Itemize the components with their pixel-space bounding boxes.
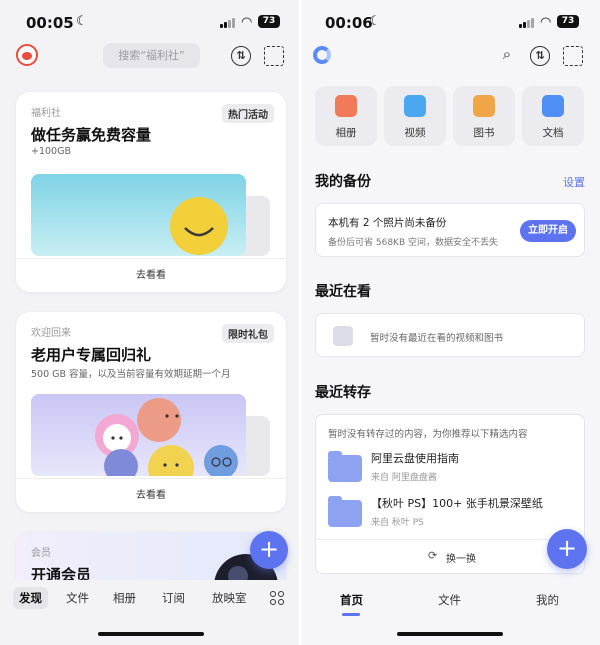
document-icon xyxy=(542,95,564,117)
scan-icon[interactable] xyxy=(563,46,583,66)
book-icon xyxy=(473,95,495,117)
quick-label: 图书 xyxy=(473,127,495,139)
backup-detail: 备份后可省 568KB 空间，数据安全不丢失 xyxy=(328,238,498,248)
limited-gift-badge: 限时礼包 xyxy=(222,324,274,343)
more-apps-icon[interactable] xyxy=(270,591,286,607)
transfer-section-title: 最近转存 xyxy=(315,385,371,401)
battery-icon: 73 xyxy=(258,15,280,28)
moon-icon: ☾ xyxy=(76,14,88,29)
card-image xyxy=(31,174,246,256)
recommend-item-source: 来自 阿里盘盘酱 xyxy=(371,473,437,483)
returning-user-card[interactable]: 欢迎回来 限时礼包 老用户专属回归礼 500 GB 容量，以及当前容量有效期延期… xyxy=(16,312,286,512)
characters-illustration xyxy=(95,398,238,491)
tab-subscribe[interactable]: 订阅 xyxy=(162,590,185,606)
bottom-tab-bar: 发现 文件 相册 订阅 放映室 xyxy=(0,580,299,620)
folder-icon xyxy=(328,496,362,527)
smiley-illustration xyxy=(170,197,228,255)
refresh-icon: ⟳ xyxy=(428,549,438,562)
backup-status: 本机有 2 个照片尚未备份 xyxy=(328,217,447,229)
folder-icon xyxy=(328,451,362,482)
recent-card: 暂时没有最近在看的视频和图书 xyxy=(315,313,585,357)
status-time: 00:05 xyxy=(26,14,74,32)
quick-album[interactable]: 相册 xyxy=(315,86,377,146)
transfer-hint: 暂时没有转存过的内容，为你推荐以下精选内容 xyxy=(328,429,528,440)
status-bar: 00:06 ☾ ◠ 73 xyxy=(301,0,600,44)
transfer-icon[interactable]: ⇅ xyxy=(530,46,550,66)
battery-icon: 73 xyxy=(557,15,579,28)
card-kicker: 会员 xyxy=(31,548,51,559)
quick-documents[interactable]: 文档 xyxy=(522,86,584,146)
scan-icon[interactable] xyxy=(264,46,284,66)
card-title: 做任务赢免费容量 xyxy=(31,126,152,144)
recommend-item-name[interactable]: 阿里云盘使用指南 xyxy=(371,450,459,466)
wifi-icon: ◠ xyxy=(540,15,552,30)
moon-icon: ☾ xyxy=(369,14,381,29)
backup-card: 本机有 2 个照片尚未备份 备份后可省 568KB 空间，数据安全不丢失 立即开… xyxy=(315,203,585,257)
home-indicator xyxy=(397,632,503,636)
card-subtitle: 500 GB 容量，以及当前容量有效期延期一个月 xyxy=(31,369,231,380)
go-see-button[interactable]: 去看看 xyxy=(16,258,286,292)
search-input[interactable]: 搜索“福利社” xyxy=(103,43,200,68)
recommend-item-name[interactable]: 【秋叶 PS】100+ 张手机景深壁纸 xyxy=(371,495,543,511)
discover-screen: 00:05 ☾ ◠ 73 搜索“福利社” ⇅ 福利社 热门活动 做任务赢免费容量… xyxy=(0,0,299,645)
card-title: 老用户专属回归礼 xyxy=(31,346,152,364)
card-kicker: 欢迎回来 xyxy=(31,328,71,339)
home-screen: 00:06 ☾ ◠ 73 ⌕ ⇅ 相册 视频 图书 文档 我的备份 设置 本机有… xyxy=(301,0,600,645)
quick-label: 文档 xyxy=(542,127,564,139)
tab-discover[interactable]: 发现 xyxy=(13,587,48,609)
screens: 00:05 ☾ ◠ 73 搜索“福利社” ⇅ 福利社 热门活动 做任务赢免费容量… xyxy=(0,0,600,645)
card-image xyxy=(31,394,246,491)
refresh-button[interactable]: 换一换 xyxy=(446,550,476,565)
tab-home[interactable]: 首页 xyxy=(340,592,363,608)
backup-settings-link[interactable]: 设置 xyxy=(563,174,585,190)
tab-me[interactable]: 我的 xyxy=(536,592,559,608)
card-kicker: 福利社 xyxy=(31,108,61,119)
welfare-card[interactable]: 福利社 热门活动 做任务赢免费容量 +100GB 去看看 xyxy=(16,92,286,292)
quick-label: 视频 xyxy=(404,127,426,139)
card-subtitle: +100GB xyxy=(31,146,71,157)
hot-activity-badge: 热门活动 xyxy=(222,104,274,123)
video-icon xyxy=(404,95,426,117)
empty-box-icon xyxy=(333,326,353,346)
bottom-tab-bar: 首页 文件 我的 xyxy=(301,585,600,625)
enable-backup-button[interactable]: 立即开启 xyxy=(520,220,576,242)
tab-files[interactable]: 文件 xyxy=(438,592,461,608)
recommend-item-source: 来自 秋叶 PS xyxy=(371,518,424,528)
add-button[interactable]: + xyxy=(250,531,288,569)
quick-video[interactable]: 视频 xyxy=(384,86,446,146)
search-icon[interactable]: ⌕ xyxy=(497,46,517,66)
active-tab-indicator xyxy=(342,613,360,616)
status-bar: 00:05 ☾ ◠ 73 xyxy=(0,0,299,44)
app-logo-icon xyxy=(313,46,331,64)
go-see-button[interactable]: 去看看 xyxy=(16,478,286,512)
recent-section-title: 最近在看 xyxy=(315,284,371,300)
backup-section-title: 我的备份 xyxy=(315,174,371,190)
quick-label: 相册 xyxy=(335,127,357,139)
home-indicator xyxy=(98,632,204,636)
tab-album[interactable]: 相册 xyxy=(113,590,136,606)
avatar[interactable] xyxy=(16,44,38,66)
album-icon xyxy=(335,95,357,117)
wifi-icon: ◠ xyxy=(241,15,253,30)
add-button[interactable]: + xyxy=(547,529,587,569)
transfer-card: 暂时没有转存过的内容，为你推荐以下精选内容 阿里云盘使用指南 来自 阿里盘盘酱 … xyxy=(315,414,585,574)
tab-files[interactable]: 文件 xyxy=(66,590,89,606)
quick-books[interactable]: 图书 xyxy=(453,86,515,146)
signal-icon xyxy=(220,17,237,28)
transfer-icon[interactable]: ⇅ xyxy=(231,46,251,66)
transfer-divider xyxy=(316,539,584,540)
recent-empty-text: 暂时没有最近在看的视频和图书 xyxy=(370,333,504,344)
tab-theater[interactable]: 放映室 xyxy=(212,590,247,606)
status-time: 00:06 xyxy=(325,14,373,32)
signal-icon xyxy=(519,17,536,28)
